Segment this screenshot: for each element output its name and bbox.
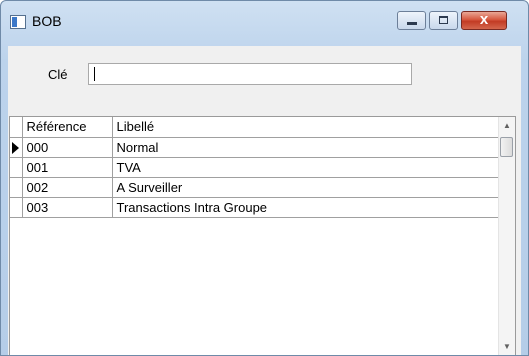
cell-reference[interactable]: 000 bbox=[21, 136, 113, 158]
row-header-corner bbox=[10, 117, 23, 138]
close-icon: x bbox=[479, 11, 489, 28]
grid-header-row: Référence Libellé bbox=[10, 117, 501, 138]
row-header[interactable] bbox=[10, 136, 23, 158]
scroll-down-icon[interactable]: ▼ bbox=[499, 338, 515, 355]
table-row[interactable]: 000 Normal bbox=[10, 136, 501, 158]
title-bar[interactable]: BOB x bbox=[1, 1, 528, 45]
close-button[interactable]: x bbox=[461, 11, 507, 30]
table-row[interactable]: 003 Transactions Intra Groupe bbox=[10, 196, 501, 218]
maximize-icon bbox=[439, 16, 448, 24]
row-header[interactable] bbox=[10, 196, 23, 218]
column-header-libelle[interactable]: Libellé bbox=[111, 117, 501, 138]
records-grid[interactable]: Référence Libellé 000 Normal 001 TVA 002… bbox=[9, 116, 516, 355]
maximize-button[interactable] bbox=[429, 11, 458, 30]
vertical-scrollbar[interactable]: ▲ ▼ bbox=[498, 117, 515, 355]
cell-reference[interactable]: 003 bbox=[21, 196, 113, 218]
cell-libelle[interactable]: TVA bbox=[111, 156, 501, 178]
minimize-button[interactable] bbox=[397, 11, 426, 30]
row-header[interactable] bbox=[10, 156, 23, 178]
minimize-icon bbox=[407, 22, 417, 25]
bob-window: BOB x Clé Référence Libellé 000 Normal 0… bbox=[0, 0, 529, 356]
row-header[interactable] bbox=[10, 176, 23, 198]
grid-table: Référence Libellé 000 Normal 001 TVA 002… bbox=[10, 117, 501, 218]
scrollbar-thumb[interactable] bbox=[500, 137, 513, 157]
column-header-reference[interactable]: Référence bbox=[21, 117, 113, 138]
text-caret bbox=[94, 67, 95, 81]
table-row[interactable]: 002 A Surveiller bbox=[10, 176, 501, 198]
cell-reference[interactable]: 001 bbox=[21, 156, 113, 178]
cell-reference[interactable]: 002 bbox=[21, 176, 113, 198]
form-window-icon[interactable] bbox=[10, 15, 26, 29]
cell-libelle[interactable]: Transactions Intra Groupe bbox=[111, 196, 501, 218]
cell-libelle[interactable]: A Surveiller bbox=[111, 176, 501, 198]
window-client-area: Clé Référence Libellé 000 Normal 001 TVA… bbox=[8, 46, 521, 355]
scroll-up-icon[interactable]: ▲ bbox=[499, 117, 515, 135]
current-row-arrow-icon bbox=[12, 141, 19, 154]
table-row[interactable]: 001 TVA bbox=[10, 156, 501, 178]
cell-libelle[interactable]: Normal bbox=[111, 136, 501, 158]
window-title: BOB bbox=[32, 13, 62, 29]
cle-label: Clé bbox=[48, 67, 68, 82]
cle-input[interactable] bbox=[88, 63, 412, 85]
